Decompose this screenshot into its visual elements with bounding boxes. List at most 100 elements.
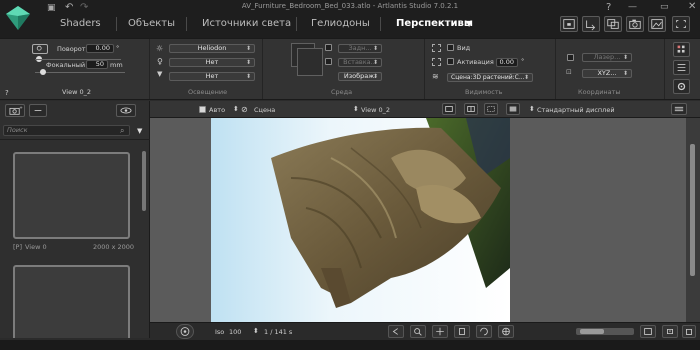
viewport-scrollbar[interactable] [686, 118, 700, 322]
aperture-icon[interactable] [176, 324, 194, 339]
navigation-back-icon[interactable] [388, 325, 404, 338]
orbit-icon[interactable] [476, 325, 492, 338]
walk-icon[interactable] [454, 325, 470, 338]
camera-icon [32, 44, 48, 54]
auto-label: Авто [209, 106, 226, 114]
scene-layers-icon: ⊘ [241, 105, 248, 114]
help-icon[interactable]: ? [606, 2, 616, 13]
xyz-button[interactable]: XYZ... [582, 69, 632, 78]
insert-button[interactable]: Вставка... [338, 58, 382, 67]
view-frame-icon [432, 44, 441, 52]
viewport-toolbar: Авто ⬍ ⊘ Сцена ⬍ View 0_2 ⬍ Стандартный … [150, 101, 700, 118]
scene-dropdown[interactable]: Сцена:3D растений:С... [447, 73, 533, 82]
display-mode-icon[interactable] [506, 103, 520, 115]
animation-field[interactable]: 0.00 [496, 58, 518, 67]
search-input[interactable]: Поиск [3, 125, 130, 136]
tab-perspectives[interactable]: Перспективы [396, 15, 473, 33]
minimize-icon[interactable]: — [628, 2, 638, 12]
view-thumbnail[interactable] [13, 265, 130, 338]
render-preview[interactable] [211, 118, 510, 322]
image-dropdown[interactable]: Изображ. [338, 72, 382, 81]
fullscreen-icon[interactable] [672, 16, 690, 32]
list-settings-icon[interactable] [673, 60, 690, 75]
bounding-box-icon[interactable] [484, 103, 498, 115]
animation-frame-icon [432, 58, 441, 66]
save-icon[interactable]: ▣ [47, 3, 59, 13]
preview-icon[interactable] [648, 16, 666, 32]
lock-icon: ⊡ [566, 68, 572, 76]
rotation-label: Поворот [57, 45, 86, 53]
view-name-label: View 0_2 [62, 88, 92, 96]
background-button[interactable]: Задн... [338, 44, 382, 53]
animation-checkbox[interactable] [447, 58, 454, 65]
display-mode-select[interactable]: Стандартный дисплей [537, 106, 615, 114]
viewport-options-icon[interactable] [671, 103, 687, 115]
lights-group-dropdown[interactable]: Нет [169, 72, 255, 81]
tab-divider [116, 17, 117, 31]
rotation-field[interactable]: 0.00 [86, 44, 114, 53]
laser-button[interactable]: Лазер... [582, 53, 632, 62]
sidebar-scrollbar[interactable] [142, 151, 146, 211]
tab-objects[interactable]: Объекты [128, 15, 175, 33]
tab-menu-arrow-icon[interactable]: ▼ [466, 19, 472, 28]
view-name: View 0 [25, 243, 47, 251]
grid-settings-icon[interactable] [673, 42, 690, 57]
focal-field[interactable]: 50 [86, 60, 108, 69]
shutter-stepper-icon[interactable]: ⬍ [253, 327, 259, 335]
foreground-swatch[interactable] [297, 48, 323, 76]
copy-view-icon[interactable] [604, 16, 622, 32]
camera-render-icon[interactable] [626, 16, 644, 32]
background-checkbox[interactable] [325, 44, 332, 51]
view-thumbnail[interactable] [13, 152, 130, 239]
redo-icon[interactable]: ↷ [80, 2, 92, 13]
lights-dropdown[interactable]: Нет [169, 58, 255, 67]
viewport-lock-icon[interactable] [682, 325, 696, 338]
environment-section-label: Среда [331, 88, 353, 96]
zoom-slider[interactable] [576, 328, 634, 335]
focal-slider-knob[interactable] [40, 69, 46, 75]
scene-label[interactable]: Сцена [254, 106, 275, 114]
iso-value[interactable]: 100 [229, 328, 241, 336]
lamp-icon: ♀ [157, 57, 163, 66]
heliodon-dropdown[interactable]: Heliodon [169, 44, 255, 53]
fit-view-icon[interactable] [640, 325, 656, 338]
eye-icon[interactable] [116, 104, 136, 117]
divider [555, 39, 556, 99]
zoom-slider-thumb[interactable] [580, 329, 604, 334]
zoom-actual-icon[interactable] [662, 325, 678, 338]
view-stepper-icon[interactable]: ⬍ [353, 105, 359, 113]
insert-checkbox[interactable] [325, 58, 332, 65]
help-button[interactable]: ? [5, 89, 9, 97]
search-options-arrow-icon[interactable]: ▼ [137, 127, 142, 135]
frame-view-icon[interactable] [442, 103, 456, 115]
render-settings-icon[interactable] [560, 16, 578, 32]
maximize-icon[interactable]: ▭ [660, 2, 670, 12]
rotation-slider-track[interactable] [35, 59, 121, 60]
view-checkbox[interactable] [447, 44, 454, 51]
viewport-bottom-toolbar: Iso 100 ⬍ 1 / 141 s [150, 322, 700, 340]
tab-lights[interactable]: Источники света [202, 15, 291, 33]
pan-icon[interactable] [432, 325, 448, 338]
tab-shaders[interactable]: Shaders [60, 15, 101, 33]
add-camera-icon[interactable]: + [5, 104, 25, 117]
batch-render-icon[interactable] [582, 16, 600, 32]
gear-icon[interactable] [673, 79, 690, 94]
remove-view-icon[interactable] [29, 104, 47, 117]
focal-slider-track[interactable] [35, 72, 125, 73]
shutter-value[interactable]: 1 / 141 s [264, 328, 292, 336]
close-icon[interactable]: ✕ [688, 1, 698, 12]
tab-heliodons[interactable]: Гелиодоны [311, 15, 370, 33]
split-view-icon[interactable] [464, 103, 478, 115]
globe-icon[interactable] [498, 325, 514, 338]
auto-checkbox[interactable] [199, 106, 206, 113]
display-stepper-icon[interactable]: ⬍ [529, 105, 535, 113]
search-icon[interactable]: ⌕ [120, 126, 124, 136]
viewport-scrollbar-thumb[interactable] [690, 144, 695, 276]
laser-checkbox[interactable] [567, 54, 574, 61]
tab-divider [186, 17, 187, 31]
view-select[interactable]: View 0_2 [361, 106, 390, 114]
view-label: Вид [457, 44, 471, 52]
zoom-icon[interactable] [410, 325, 426, 338]
undo-icon[interactable]: ↶ [65, 2, 77, 13]
scene-stepper-icon[interactable]: ⬍ [233, 105, 239, 113]
